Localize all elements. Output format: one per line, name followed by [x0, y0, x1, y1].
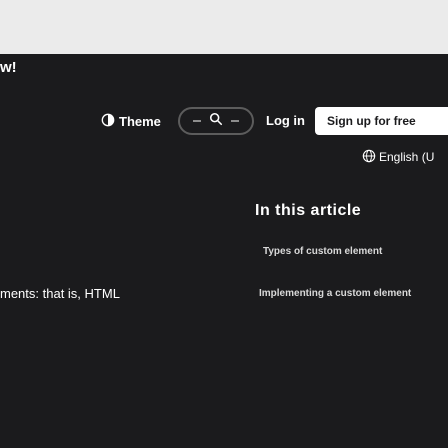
toc-item-types-of-custom-element[interactable]: Types of custom element — [263, 246, 382, 257]
page-headline-fragment: w! — [0, 59, 17, 76]
search-icon — [209, 112, 223, 131]
language-selector-label: English (U — [379, 150, 435, 164]
theme-toggle-label: Theme — [119, 113, 161, 129]
article-body-fragment: ments: that is, HTML — [0, 286, 120, 301]
login-link[interactable]: Log in — [266, 113, 305, 128]
search-box-decoration — [231, 120, 239, 122]
page-header-band — [0, 0, 448, 54]
theme-toggle-button[interactable]: Theme — [101, 108, 161, 134]
search-box-decoration — [193, 120, 201, 122]
search-button[interactable] — [178, 107, 254, 135]
toc-title: In this article — [255, 202, 362, 219]
language-selector[interactable]: English (U — [362, 146, 434, 168]
contrast-circle-icon — [101, 113, 115, 130]
signup-button[interactable]: Sign up for free — [315, 107, 448, 135]
toc-item-implementing-custom-element[interactable]: Implementing a custom element — [259, 288, 411, 299]
globe-icon — [362, 149, 376, 166]
top-navbar: Theme Log in Sign up for free — [0, 101, 448, 141]
